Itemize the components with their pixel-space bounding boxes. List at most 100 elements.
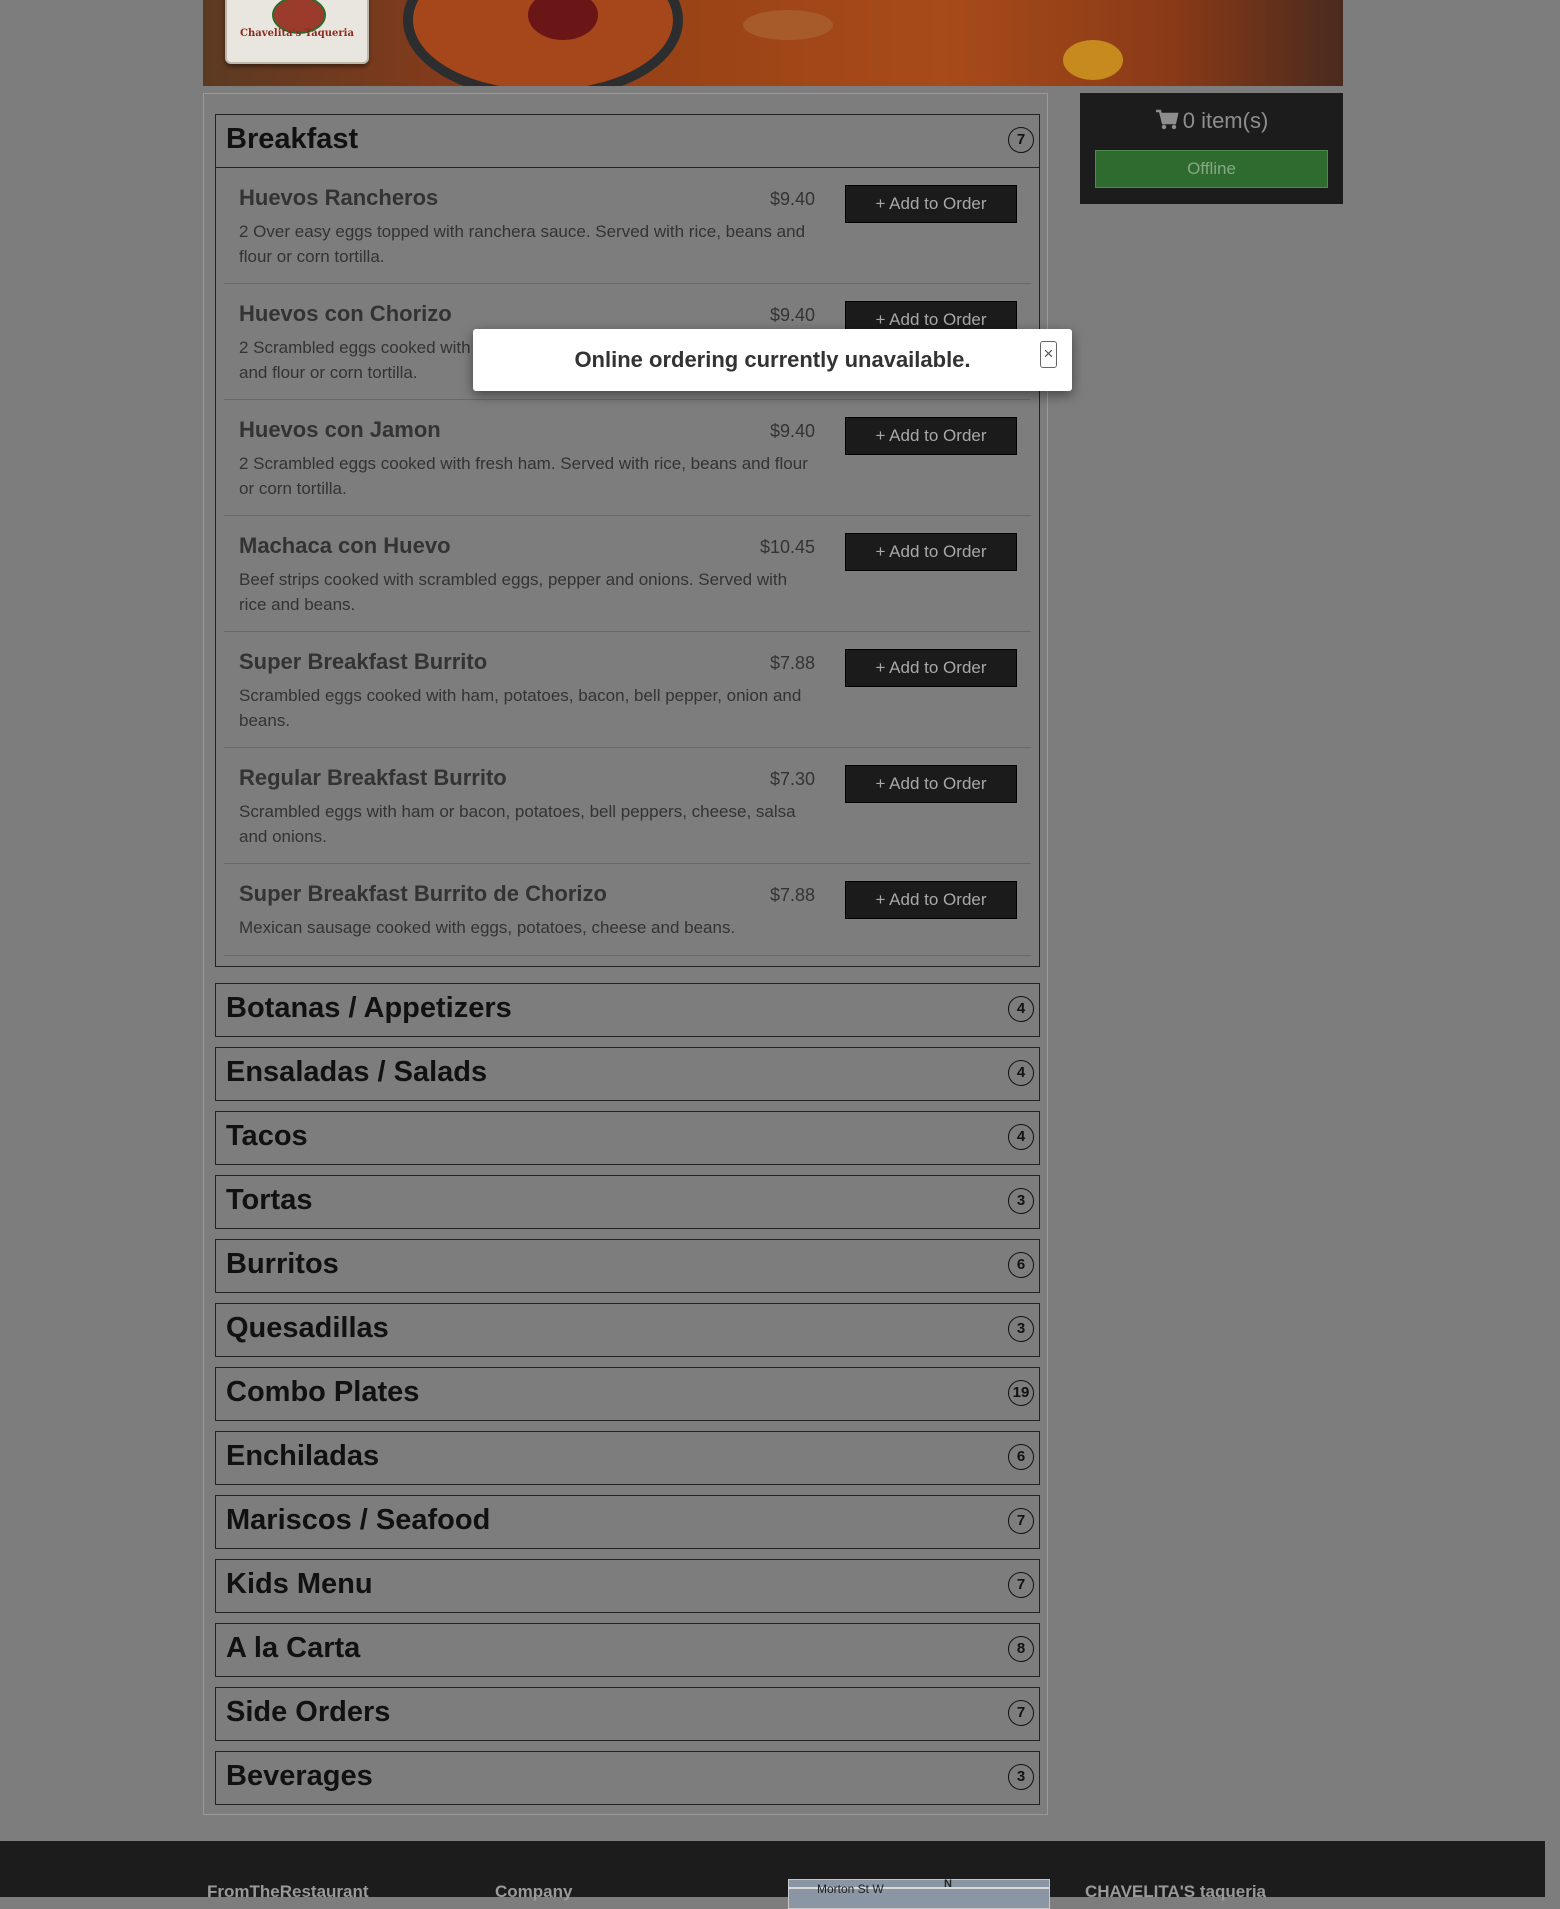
- category-beverages[interactable]: Beverages 3: [215, 1751, 1040, 1805]
- close-icon[interactable]: ×: [1040, 341, 1057, 368]
- category-mariscos-seafood[interactable]: Mariscos / Seafood 7: [215, 1495, 1040, 1549]
- restaurant-logo[interactable]: Chavelita's Taqueria: [225, 0, 369, 64]
- add-to-order-button[interactable]: + Add to Order: [845, 185, 1017, 223]
- category-title: Botanas / Appetizers: [226, 992, 512, 1024]
- add-to-order-button[interactable]: + Add to Order: [845, 881, 1017, 919]
- item-name: Regular Breakfast Burrito: [239, 765, 507, 790]
- menu-item: Super Breakfast Burrito $7.88 Scrambled eg…: [224, 632, 1031, 748]
- menu-item: Huevos con Jamon $9.40 2 Scrambled eggs co…: [224, 400, 1031, 516]
- footer: FromTheRestaurant Company Morton St W N …: [0, 1841, 1545, 1909]
- item-name: Machaca con Huevo: [239, 533, 451, 558]
- item-description: Mexican sausage cooked with eggs, potato…: [239, 918, 736, 937]
- map-north-label: N: [944, 1878, 952, 1890]
- category-header[interactable]: Tortas 3: [216, 1176, 1039, 1228]
- item-price: $7.88: [769, 653, 815, 673]
- category-enchiladas[interactable]: Enchiladas 6: [215, 1431, 1040, 1485]
- cart-panel: 0 item(s) Offline: [1080, 93, 1343, 204]
- item-price: $7.30: [769, 769, 815, 789]
- category-header[interactable]: Enchiladas 6: [216, 1432, 1039, 1484]
- category-title: Tacos: [226, 1120, 308, 1152]
- category-title: Quesadillas: [226, 1312, 389, 1344]
- item-name: Huevos con Jamon: [239, 417, 441, 442]
- category-header[interactable]: Beverages 3: [216, 1752, 1039, 1804]
- footer-heading-restaurant: FromTheRestaurant: [207, 1882, 369, 1901]
- category-botanas-appetizers[interactable]: Botanas / Appetizers 4: [215, 983, 1040, 1037]
- category-title: A la Carta: [226, 1632, 361, 1664]
- hero-banner: Chavelita's Taqueria: [203, 0, 1343, 86]
- category-count-badge: 3: [1008, 1316, 1034, 1342]
- cart-icon: [1155, 109, 1179, 130]
- category-side-orders[interactable]: Side Orders 7: [215, 1687, 1040, 1741]
- category-count-badge: 3: [1008, 1188, 1034, 1214]
- category-a-la-carta[interactable]: A la Carta 8: [215, 1623, 1040, 1677]
- item-price: $7.88: [769, 885, 815, 905]
- category-count-badge: 19: [1008, 1380, 1034, 1406]
- footer-heading-restaurant-name: CHAVELITA'S taqueria: [1085, 1882, 1266, 1901]
- food-image: [1063, 40, 1123, 80]
- category-header[interactable]: Mariscos / Seafood 7: [216, 1496, 1039, 1548]
- category-count-badge: 4: [1008, 1060, 1034, 1086]
- category-count-badge: 6: [1008, 1252, 1034, 1278]
- add-to-order-button[interactable]: + Add to Order: [845, 417, 1017, 455]
- menu-item: Regular Breakfast Burrito $7.30 Scrambled …: [224, 748, 1031, 864]
- category-tacos[interactable]: Tacos 4: [215, 1111, 1040, 1165]
- footer-map[interactable]: Morton St W N: [788, 1878, 1050, 1909]
- item-name: Super Breakfast Burrito: [239, 649, 488, 674]
- category-count-badge: 7: [1008, 1700, 1034, 1726]
- category-items: Huevos Rancheros $9.40 2 Over easy eggs to…: [216, 167, 1039, 956]
- category-breakfast: Breakfast 7 Huevos Rancheros $9.40 2 Over …: [215, 114, 1040, 967]
- item-description: Scrambled eggs with ham or bacon, potato…: [239, 802, 796, 846]
- item-price: $9.40: [769, 305, 815, 325]
- food-image: [743, 10, 833, 40]
- item-name: Huevos con Chorizo: [239, 301, 452, 326]
- category-title: Side Orders: [226, 1696, 391, 1728]
- cart-count: 0 item(s): [1182, 108, 1269, 133]
- category-header[interactable]: Tacos 4: [216, 1112, 1039, 1164]
- category-header[interactable]: A la Carta 8: [216, 1624, 1039, 1676]
- category-title: Ensaladas / Salads: [226, 1056, 488, 1088]
- category-header[interactable]: Kids Menu 7: [216, 1560, 1039, 1612]
- item-description: 2 Scrambled eggs cooked with fresh ham. …: [239, 454, 808, 498]
- category-header[interactable]: Combo Plates 19: [216, 1368, 1039, 1420]
- cart-summary[interactable]: 0 item(s): [1080, 108, 1343, 134]
- category-burritos[interactable]: Burritos 6: [215, 1239, 1040, 1293]
- category-count-badge: 8: [1008, 1636, 1034, 1662]
- category-count-badge: 4: [1008, 1124, 1034, 1150]
- add-to-order-button[interactable]: + Add to Order: [845, 649, 1017, 687]
- category-header[interactable]: Burritos 6: [216, 1240, 1039, 1292]
- category-quesadillas[interactable]: Quesadillas 3: [215, 1303, 1040, 1357]
- menu-item: Super Breakfast Burrito de Chorizo $7.88 M…: [224, 864, 1031, 956]
- item-price: $9.40: [769, 189, 815, 209]
- category-header[interactable]: Quesadillas 3: [216, 1304, 1039, 1356]
- map-street-label: Morton St W: [817, 1882, 884, 1896]
- item-name: Super Breakfast Burrito de Chorizo: [239, 881, 607, 906]
- add-to-order-button[interactable]: + Add to Order: [845, 533, 1017, 571]
- ordering-status-button[interactable]: Offline: [1095, 150, 1328, 188]
- category-title: Enchiladas: [226, 1440, 380, 1472]
- category-count-badge: 7: [1008, 127, 1034, 153]
- category-header[interactable]: Breakfast 7: [216, 115, 1039, 167]
- add-to-order-button[interactable]: + Add to Order: [845, 765, 1017, 803]
- category-combo-plates[interactable]: Combo Plates 19: [215, 1367, 1040, 1421]
- category-title: Beverages: [226, 1760, 373, 1792]
- category-title: Combo Plates: [226, 1376, 420, 1408]
- category-tortas[interactable]: Tortas 3: [215, 1175, 1040, 1229]
- category-title: Kids Menu: [226, 1568, 373, 1600]
- category-header[interactable]: Side Orders 7: [216, 1688, 1039, 1740]
- item-description: 2 Over easy eggs topped with ranchera sa…: [239, 222, 806, 266]
- category-kids-menu[interactable]: Kids Menu 7: [215, 1559, 1040, 1613]
- item-description: Beef strips cooked with scrambled eggs, …: [239, 570, 788, 614]
- category-header[interactable]: Botanas / Appetizers 4: [216, 984, 1039, 1036]
- category-ensaladas-salads[interactable]: Ensaladas / Salads 4: [215, 1047, 1040, 1101]
- category-title: Mariscos / Seafood: [226, 1504, 491, 1536]
- category-count-badge: 7: [1008, 1572, 1034, 1598]
- category-title: Tortas: [226, 1184, 313, 1216]
- footer-heading-company: Company: [495, 1882, 573, 1901]
- category-count-badge: 7: [1008, 1508, 1034, 1534]
- category-title: Breakfast: [226, 123, 359, 155]
- category-title: Burritos: [226, 1248, 339, 1280]
- category-header[interactable]: Ensaladas / Salads 4: [216, 1048, 1039, 1100]
- menu-item: Huevos Rancheros $9.40 2 Over easy eggs to…: [224, 168, 1031, 284]
- category-count-badge: 3: [1008, 1764, 1034, 1790]
- logo-text: Chavelita's Taqueria: [240, 28, 354, 39]
